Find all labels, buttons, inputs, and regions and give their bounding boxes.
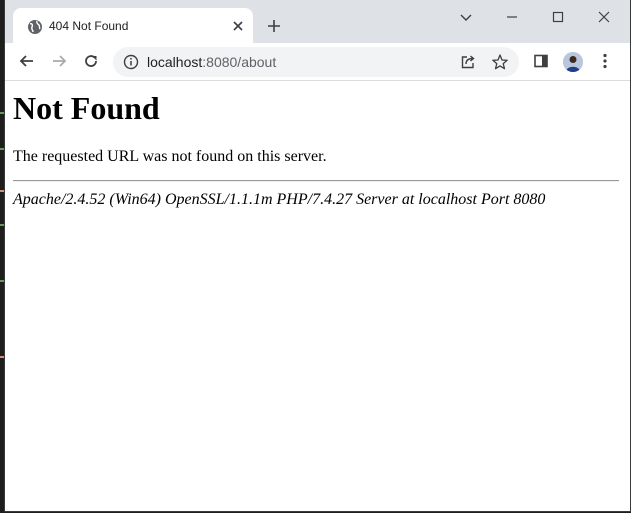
error-message: The requested URL was not found on this … (13, 148, 327, 165)
kebab-menu-icon[interactable] (595, 51, 615, 71)
url-host: localhost (147, 54, 203, 70)
info-icon[interactable] (123, 54, 139, 70)
avatar[interactable] (563, 52, 583, 72)
background-mark (0, 224, 4, 226)
close-icon[interactable] (231, 19, 245, 33)
share-icon[interactable] (459, 53, 477, 71)
chevron-down-icon[interactable] (456, 7, 476, 27)
plus-icon[interactable] (265, 17, 283, 35)
server-signature: Apache/2.4.52 (Win64) OpenSSL/1.1.1m PHP… (13, 191, 546, 208)
reload-icon[interactable] (81, 51, 101, 71)
browser-toolbar: localhost:8080/about (5, 43, 630, 81)
tab-active[interactable]: 404 Not Found (13, 8, 253, 43)
background-mark (0, 190, 4, 192)
maximize-icon[interactable] (548, 7, 568, 27)
page-title: Not Found (13, 90, 160, 126)
url-text[interactable]: localhost:8080/about (147, 54, 276, 70)
address-bar[interactable]: localhost:8080/about (113, 47, 519, 77)
star-icon[interactable] (491, 53, 509, 71)
browser-window: 404 Not Found localhost:8080/about Not F… (5, 0, 630, 511)
background-mark (0, 280, 4, 282)
globe-icon (27, 19, 43, 35)
side-panel-icon[interactable] (531, 51, 551, 71)
background-mark (0, 356, 4, 358)
back-arrow-icon[interactable] (17, 51, 37, 71)
close-window-icon[interactable] (594, 7, 614, 27)
url-path: :8080/about (202, 54, 277, 70)
page-content: Not Found The requested URL was not foun… (5, 81, 630, 511)
forward-arrow-icon[interactable] (49, 51, 69, 71)
divider (13, 180, 619, 182)
minimize-icon[interactable] (502, 7, 522, 27)
tab-strip: 404 Not Found (5, 0, 630, 43)
tab-title: 404 Not Found (49, 19, 129, 33)
background-mark (0, 148, 4, 150)
background-mark (0, 112, 4, 114)
